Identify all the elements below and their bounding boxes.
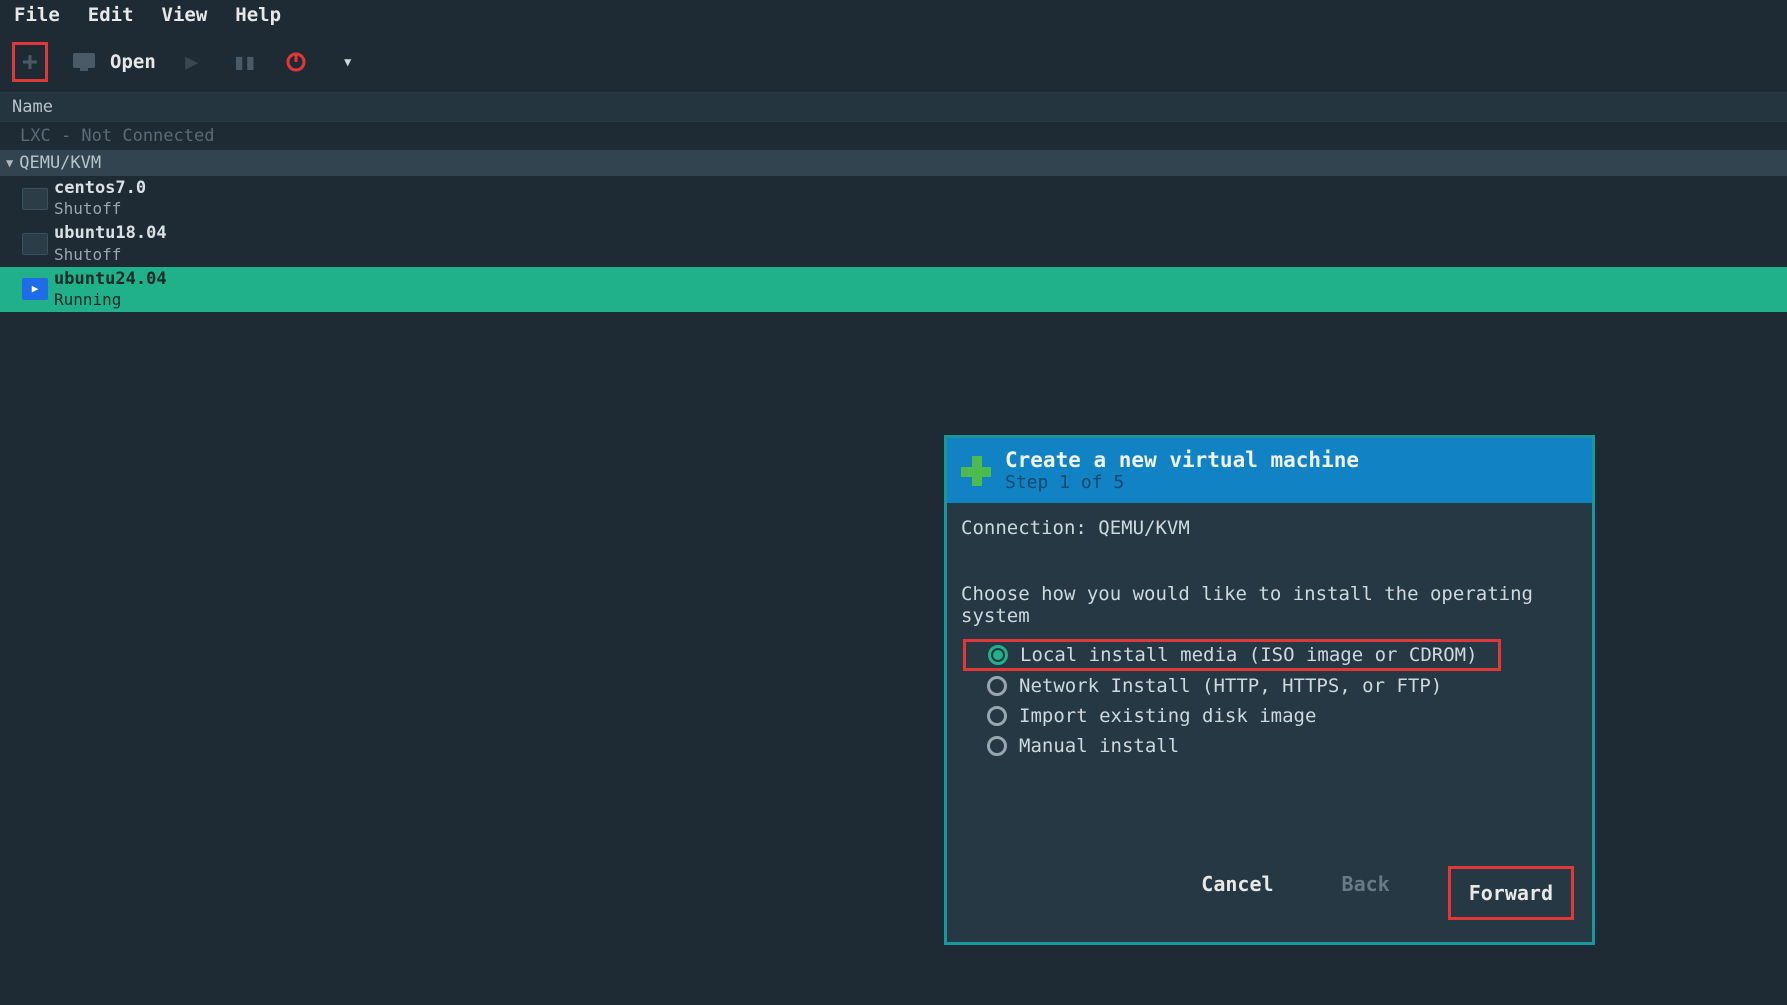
open-button[interactable]: Open xyxy=(110,51,156,73)
install-option[interactable]: Manual install xyxy=(961,731,1578,761)
vm-tree: LXC - Not Connected ▼ QEMU/KVM centos7.0… xyxy=(0,122,1787,312)
dialog-step: Step 1 of 5 xyxy=(1005,472,1359,493)
vm-status: Shutoff xyxy=(54,245,167,265)
radio-icon xyxy=(987,706,1007,726)
plus-icon xyxy=(961,456,991,486)
install-option-label: Network Install (HTTP, HTTPS, or FTP) xyxy=(1019,675,1442,697)
connection-line: Connection: QEMU/KVM xyxy=(961,517,1578,539)
pause-icon[interactable]: ▮▮ xyxy=(228,46,260,78)
dialog-footer: Cancel Back Forward xyxy=(947,866,1592,942)
vm-name: ubuntu24.04 xyxy=(54,269,167,290)
vm-row[interactable]: ubuntu18.04Shutoff xyxy=(0,221,1787,266)
menu-bar: File Edit View Help xyxy=(0,0,1787,36)
install-option[interactable]: Import existing disk image xyxy=(961,701,1578,731)
toolbar: + Open ▶ ▮▮ ▼ xyxy=(0,36,1787,92)
vm-running-icon xyxy=(22,278,48,300)
menu-view[interactable]: View xyxy=(162,4,208,26)
radio-icon xyxy=(987,676,1007,696)
install-option-label: Import existing disk image xyxy=(1019,705,1316,727)
new-vm-button[interactable]: + xyxy=(12,42,48,82)
column-header-name[interactable]: Name xyxy=(0,92,1787,122)
connection-lxc[interactable]: LXC - Not Connected xyxy=(0,122,1787,150)
radio-icon xyxy=(988,645,1008,665)
play-icon[interactable]: ▶ xyxy=(176,46,208,78)
install-option-label: Local install media (ISO image or CDROM) xyxy=(1020,644,1478,666)
vm-row[interactable]: centos7.0Shutoff xyxy=(0,176,1787,221)
vm-name: centos7.0 xyxy=(54,178,146,199)
choose-prompt: Choose how you would like to install the… xyxy=(961,583,1578,627)
connection-qemu-kvm[interactable]: ▼ QEMU/KVM xyxy=(0,150,1787,176)
vm-name: ubuntu18.04 xyxy=(54,223,167,244)
menu-edit[interactable]: Edit xyxy=(88,4,134,26)
install-option-label: Manual install xyxy=(1019,735,1179,757)
vm-off-icon xyxy=(22,188,48,210)
connection-label: QEMU/KVM xyxy=(19,153,101,173)
dialog-header: Create a new virtual machine Step 1 of 5 xyxy=(947,438,1592,503)
chevron-down-icon: ▼ xyxy=(6,156,13,170)
new-vm-dialog: Create a new virtual machine Step 1 of 5… xyxy=(944,435,1595,945)
menu-file[interactable]: File xyxy=(14,4,60,26)
forward-button[interactable]: Forward xyxy=(1448,866,1574,920)
vm-off-icon xyxy=(22,233,48,255)
dropdown-icon[interactable]: ▼ xyxy=(332,46,364,78)
power-icon[interactable] xyxy=(280,46,312,78)
cancel-button[interactable]: Cancel xyxy=(1191,866,1283,920)
vm-row[interactable]: ubuntu24.04Running xyxy=(0,267,1787,312)
back-button[interactable]: Back xyxy=(1332,866,1400,920)
radio-icon xyxy=(987,736,1007,756)
install-option[interactable]: Local install media (ISO image or CDROM) xyxy=(963,639,1501,671)
console-icon[interactable] xyxy=(68,46,100,78)
vm-status: Shutoff xyxy=(54,199,146,219)
dialog-title: Create a new virtual machine xyxy=(1005,448,1359,472)
vm-status: Running xyxy=(54,290,167,310)
install-option[interactable]: Network Install (HTTP, HTTPS, or FTP) xyxy=(961,671,1578,701)
menu-help[interactable]: Help xyxy=(235,4,281,26)
